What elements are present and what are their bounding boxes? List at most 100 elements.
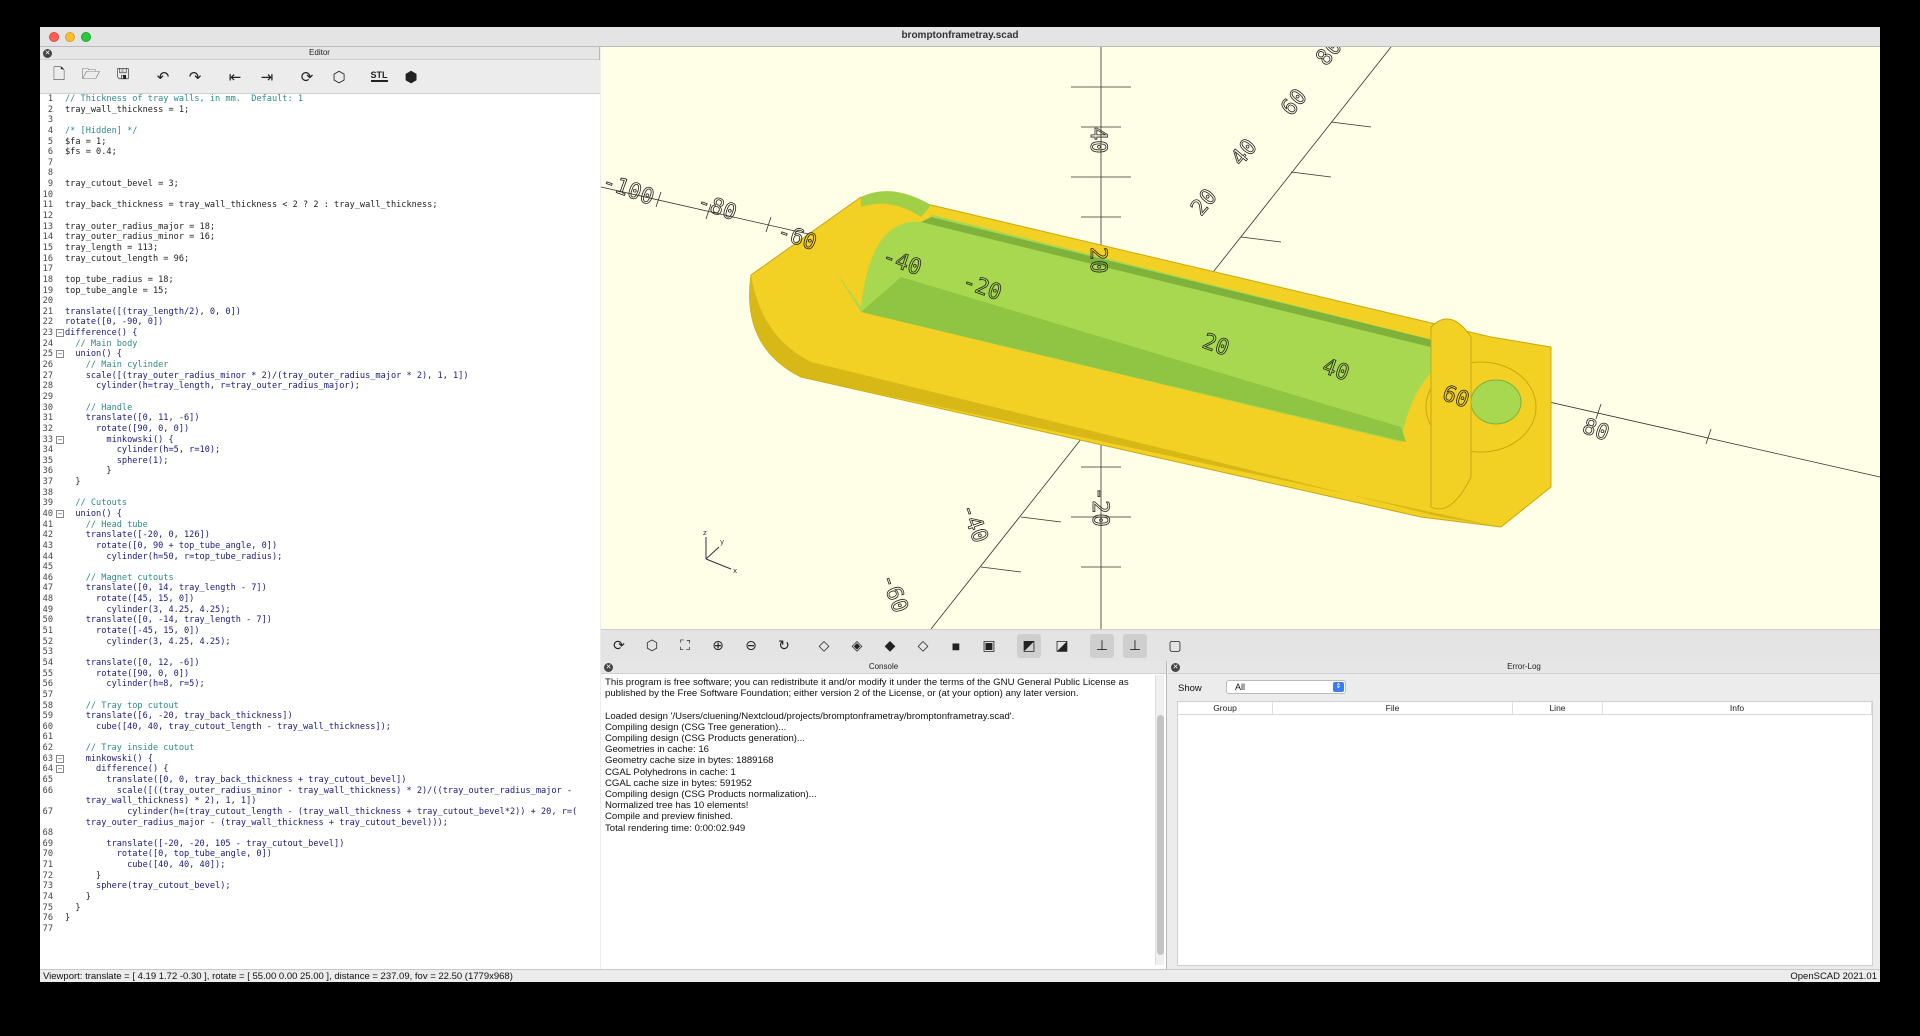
- error-table[interactable]: Group File Line Info: [1177, 701, 1873, 966]
- code-line[interactable]: 12: [40, 211, 600, 222]
- code-line[interactable]: 64− difference() {: [40, 764, 600, 775]
- render-button[interactable]: ⬡: [326, 64, 352, 90]
- left-view-button[interactable]: ◇: [911, 634, 935, 658]
- code-line[interactable]: 44 cylinder(h=50, r=top_tube_radius);: [40, 552, 600, 563]
- console-output[interactable]: This program is free software; you can r…: [605, 677, 1145, 834]
- code-line[interactable]: 4 /* [Hidden] */: [40, 126, 600, 137]
- code-line[interactable]: 8: [40, 168, 600, 179]
- code-line[interactable]: tray_outer_radius_major - (tray_wall_thi…: [40, 818, 600, 829]
- code-line[interactable]: 20: [40, 296, 600, 307]
- column-header-line[interactable]: Line: [1513, 702, 1603, 714]
- code-line[interactable]: 45: [40, 562, 600, 573]
- code-line[interactable]: 9 tray_cutout_bevel = 3;: [40, 179, 600, 190]
- code-line[interactable]: 21 translate([(tray_length/2), 0, 0]): [40, 307, 600, 318]
- code-line[interactable]: 28 cylinder(h=tray_length, r=tray_outer_…: [40, 381, 600, 392]
- code-line[interactable]: 19 top_tube_angle = 15;: [40, 286, 600, 297]
- code-line[interactable]: 2 tray_wall_thickness = 1;: [40, 105, 600, 116]
- close-dock-icon[interactable]: ✕: [604, 663, 613, 672]
- code-line[interactable]: 33− minkowski() {: [40, 435, 600, 446]
- code-line[interactable]: 16 tray_cutout_length = 96;: [40, 254, 600, 265]
- right-view-button[interactable]: ◇: [812, 634, 836, 658]
- code-line[interactable]: 48 rotate([45, 15, 0]): [40, 594, 600, 605]
- column-header-file[interactable]: File: [1273, 702, 1513, 714]
- code-line[interactable]: 32 rotate([90, 0, 0]): [40, 424, 600, 435]
- fold-toggle-icon[interactable]: −: [56, 435, 64, 444]
- code-line[interactable]: 60 cube([40, 40, tray_cutout_length - tr…: [40, 722, 600, 733]
- code-line[interactable]: tray_wall_thickness) * 2), 1, 1]): [40, 796, 600, 807]
- code-line[interactable]: 49 cylinder(3, 4.25, 4.25);: [40, 605, 600, 616]
- code-line[interactable]: 37 }: [40, 477, 600, 488]
- show-filter-select[interactable]: All ⇕: [1226, 680, 1346, 694]
- render-button[interactable]: ⬡: [640, 634, 664, 658]
- code-line[interactable]: 11 tray_back_thickness = tray_wall_thickn…: [40, 200, 600, 211]
- code-line[interactable]: 47 translate([0, 14, tray_length - 7]): [40, 583, 600, 594]
- code-line[interactable]: 68: [40, 828, 600, 839]
- code-line[interactable]: 76}: [40, 913, 600, 924]
- code-line[interactable]: 38: [40, 488, 600, 499]
- close-dock-icon[interactable]: ✕: [43, 49, 52, 58]
- code-line[interactable]: 54 translate([0, 12, -6]): [40, 658, 600, 669]
- code-line[interactable]: 53: [40, 647, 600, 658]
- zoom-in-button[interactable]: ⊕: [706, 634, 730, 658]
- preview-button[interactable]: ⟳: [607, 634, 631, 658]
- fold-toggle-icon[interactable]: −: [56, 329, 64, 338]
- code-line[interactable]: 22 rotate([0, -90, 0]): [40, 317, 600, 328]
- reset-view-button[interactable]: ↻: [772, 634, 796, 658]
- code-line[interactable]: 41 // Head tube: [40, 520, 600, 531]
- scroll-thumb[interactable]: [1157, 715, 1164, 955]
- code-line[interactable]: 5 $fa = 1;: [40, 137, 600, 148]
- code-line[interactable]: 36 }: [40, 466, 600, 477]
- code-line[interactable]: 1 // Thickness of tray walls, in mm. Defa…: [40, 94, 600, 105]
- code-line[interactable]: 63− minkowski() {: [40, 754, 600, 765]
- show-scale-button[interactable]: ⊥: [1123, 633, 1147, 658]
- code-line[interactable]: 3: [40, 115, 600, 126]
- code-line[interactable]: 14 tray_outer_radius_minor = 16;: [40, 232, 600, 243]
- fold-toggle-icon[interactable]: −: [56, 350, 64, 359]
- open-file-button[interactable]: 🗁: [78, 64, 104, 90]
- code-line[interactable]: 10: [40, 190, 600, 201]
- code-line[interactable]: 75 }: [40, 903, 600, 914]
- send-to-print-button[interactable]: ⬢: [398, 64, 424, 90]
- code-line[interactable]: 69 translate([-20, -20, 105 - tray_cutou…: [40, 839, 600, 850]
- show-axes-button[interactable]: ⊥: [1090, 633, 1114, 658]
- fold-toggle-icon[interactable]: −: [56, 754, 64, 763]
- code-line[interactable]: 15 tray_length = 113;: [40, 243, 600, 254]
- code-line[interactable]: 77: [40, 924, 600, 935]
- save-file-button[interactable]: 🖫: [110, 64, 136, 90]
- code-line[interactable]: 50 translate([0, -14, tray_length - 7]): [40, 615, 600, 626]
- code-line[interactable]: 70 rotate([0, top_tube_angle, 0]): [40, 849, 600, 860]
- code-line[interactable]: 51 rotate([-45, 15, 0]): [40, 626, 600, 637]
- code-line[interactable]: 73 sphere(tray_cutout_bevel);: [40, 881, 600, 892]
- code-line[interactable]: 65 translate([0, 0, tray_back_thickness …: [40, 775, 600, 786]
- code-line[interactable]: 27 scale([(tray_outer_radius_minor * 2)/…: [40, 371, 600, 382]
- code-line[interactable]: 13 tray_outer_radius_major = 18;: [40, 222, 600, 233]
- code-line[interactable]: 40− union() {: [40, 509, 600, 520]
- column-header-info[interactable]: Info: [1603, 702, 1872, 714]
- code-line[interactable]: 67 cylinder(h=(tray_cutout_length - (tra…: [40, 807, 600, 818]
- redo-button[interactable]: ↷: [182, 64, 208, 90]
- code-line[interactable]: 29: [40, 392, 600, 403]
- code-line[interactable]: 23− difference() {: [40, 328, 600, 339]
- 3d-viewport[interactable]: -100 -80 -60 -40 -20 20 40 60 80 40 20 -…: [601, 47, 1880, 629]
- code-line[interactable]: 18 top_tube_radius = 18;: [40, 275, 600, 286]
- code-line[interactable]: 57: [40, 690, 600, 701]
- fold-toggle-icon[interactable]: −: [56, 765, 64, 774]
- bottom-view-button[interactable]: ◆: [878, 634, 902, 658]
- column-header-group[interactable]: Group: [1178, 702, 1273, 714]
- code-line[interactable]: 71 cube([40, 40, 40]);: [40, 860, 600, 871]
- fold-toggle-icon[interactable]: −: [56, 509, 64, 518]
- code-line[interactable]: 62 // Tray inside cutout: [40, 743, 600, 754]
- code-line[interactable]: 31 translate([0, 11, -6]): [40, 413, 600, 424]
- unindent-button[interactable]: ⇤: [222, 64, 248, 90]
- code-line[interactable]: 39 // Cutouts: [40, 498, 600, 509]
- code-line[interactable]: 56 cylinder(h=8, r=5);: [40, 679, 600, 690]
- code-line[interactable]: 46 // Magnet cutouts: [40, 573, 600, 584]
- code-line[interactable]: 34 cylinder(h=5, r=10);: [40, 445, 600, 456]
- code-line[interactable]: 24 // Main body: [40, 339, 600, 350]
- console-scrollbar[interactable]: [1155, 675, 1164, 965]
- code-line[interactable]: 72 }: [40, 871, 600, 882]
- front-view-button[interactable]: ■: [944, 634, 968, 658]
- new-file-button[interactable]: 🗋: [46, 64, 72, 90]
- view-all-button[interactable]: ⛶: [673, 634, 697, 658]
- code-line[interactable]: 52 cylinder(3, 4.25, 4.25);: [40, 637, 600, 648]
